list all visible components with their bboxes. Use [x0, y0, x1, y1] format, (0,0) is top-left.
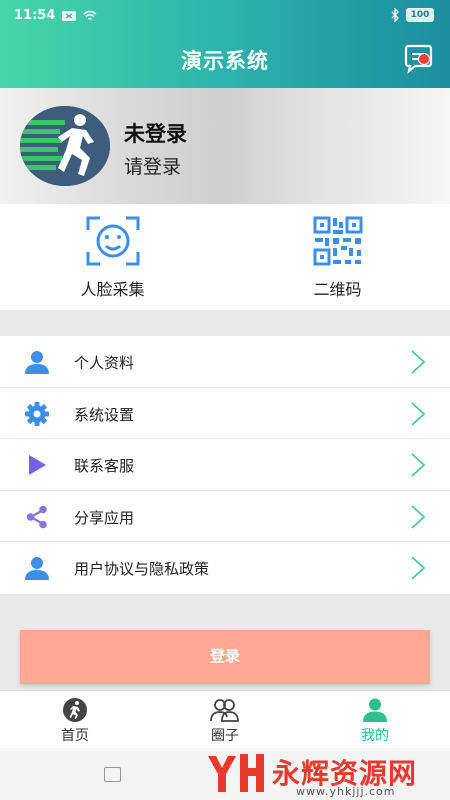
app-header: 演示系统	[0, 30, 450, 88]
menu-item-label: 联系客服	[74, 457, 135, 476]
face-capture-label: 人脸采集	[80, 280, 145, 299]
menu-item-label: 个人资料	[74, 354, 135, 372]
qr-code-icon	[313, 216, 363, 266]
menu-item-customer-service[interactable]: 联系客服	[0, 439, 450, 491]
chevron-right-icon	[411, 505, 426, 529]
tab-home[interactable]: 首页	[0, 691, 150, 749]
person-icon	[25, 351, 49, 374]
status-bar: 11:54 100	[0, 0, 450, 30]
tab-label: 我的	[361, 728, 389, 744]
tab-circle[interactable]: 圈子	[150, 691, 300, 749]
menu-item-label: 分享应用	[74, 508, 135, 527]
qr-code-label: 二维码	[313, 280, 362, 299]
menu-item-privacy-policy[interactable]: 用户协议与隐私政策	[0, 542, 450, 594]
runner-avatar-icon	[20, 106, 110, 186]
status-time: 11:54	[14, 8, 56, 23]
menu-item-profile[interactable]: 个人资料	[0, 336, 450, 388]
profile-card[interactable]: 未登录 请登录	[0, 88, 450, 204]
play-icon	[29, 455, 46, 476]
chevron-right-icon	[411, 453, 426, 477]
system-nav-bar: 永辉资源网 www.yhkjjj.com	[0, 748, 450, 800]
message-button[interactable]	[402, 43, 436, 75]
settings-menu: 个人资料 系统设置 联系客服 分享应用 用户协议与隐私政策	[0, 336, 450, 594]
tab-mine[interactable]: 我的	[300, 691, 450, 749]
chevron-right-icon	[411, 401, 426, 426]
login-button[interactable]: 登录	[20, 630, 430, 684]
group-icon	[210, 699, 239, 722]
face-scan-icon	[86, 216, 140, 266]
profile-name: 未登录	[124, 122, 187, 146]
menu-item-label: 系统设置	[74, 405, 135, 424]
status-notification-icons	[62, 10, 102, 26]
chevron-right-icon	[411, 556, 426, 581]
runner-icon	[63, 698, 87, 722]
page-title: 演示系统	[181, 49, 269, 73]
menu-item-label: 用户协议与隐私政策	[74, 560, 210, 579]
person-icon	[25, 557, 49, 581]
avatar[interactable]	[20, 106, 110, 186]
bluetooth-icon	[391, 8, 399, 22]
tab-label: 圈子	[211, 728, 239, 744]
profile-subtitle[interactable]: 请登录	[124, 152, 181, 179]
face-capture-button[interactable]: 人脸采集	[0, 204, 225, 310]
quick-actions: 人脸采集 二维码	[0, 204, 450, 310]
bottom-tab-bar: 首页 圈子 我的	[0, 690, 450, 748]
chevron-right-icon	[411, 350, 426, 374]
watermark: 永辉资源网 www.yhkjjj.com	[202, 750, 448, 798]
notification-badge	[418, 53, 430, 65]
menu-item-settings[interactable]: 系统设置	[0, 388, 450, 440]
recent-apps-button[interactable]	[104, 767, 121, 782]
tab-label: 首页	[61, 728, 89, 744]
watermark-url: www.yhkjjj.com	[296, 785, 396, 798]
person-icon	[363, 698, 387, 722]
watermark-logo-icon	[208, 754, 264, 792]
share-icon	[26, 505, 47, 529]
battery-indicator: 100	[406, 8, 434, 22]
menu-item-share[interactable]: 分享应用	[0, 491, 450, 543]
qr-code-button[interactable]: 二维码	[225, 204, 450, 310]
gear-icon	[25, 401, 49, 426]
